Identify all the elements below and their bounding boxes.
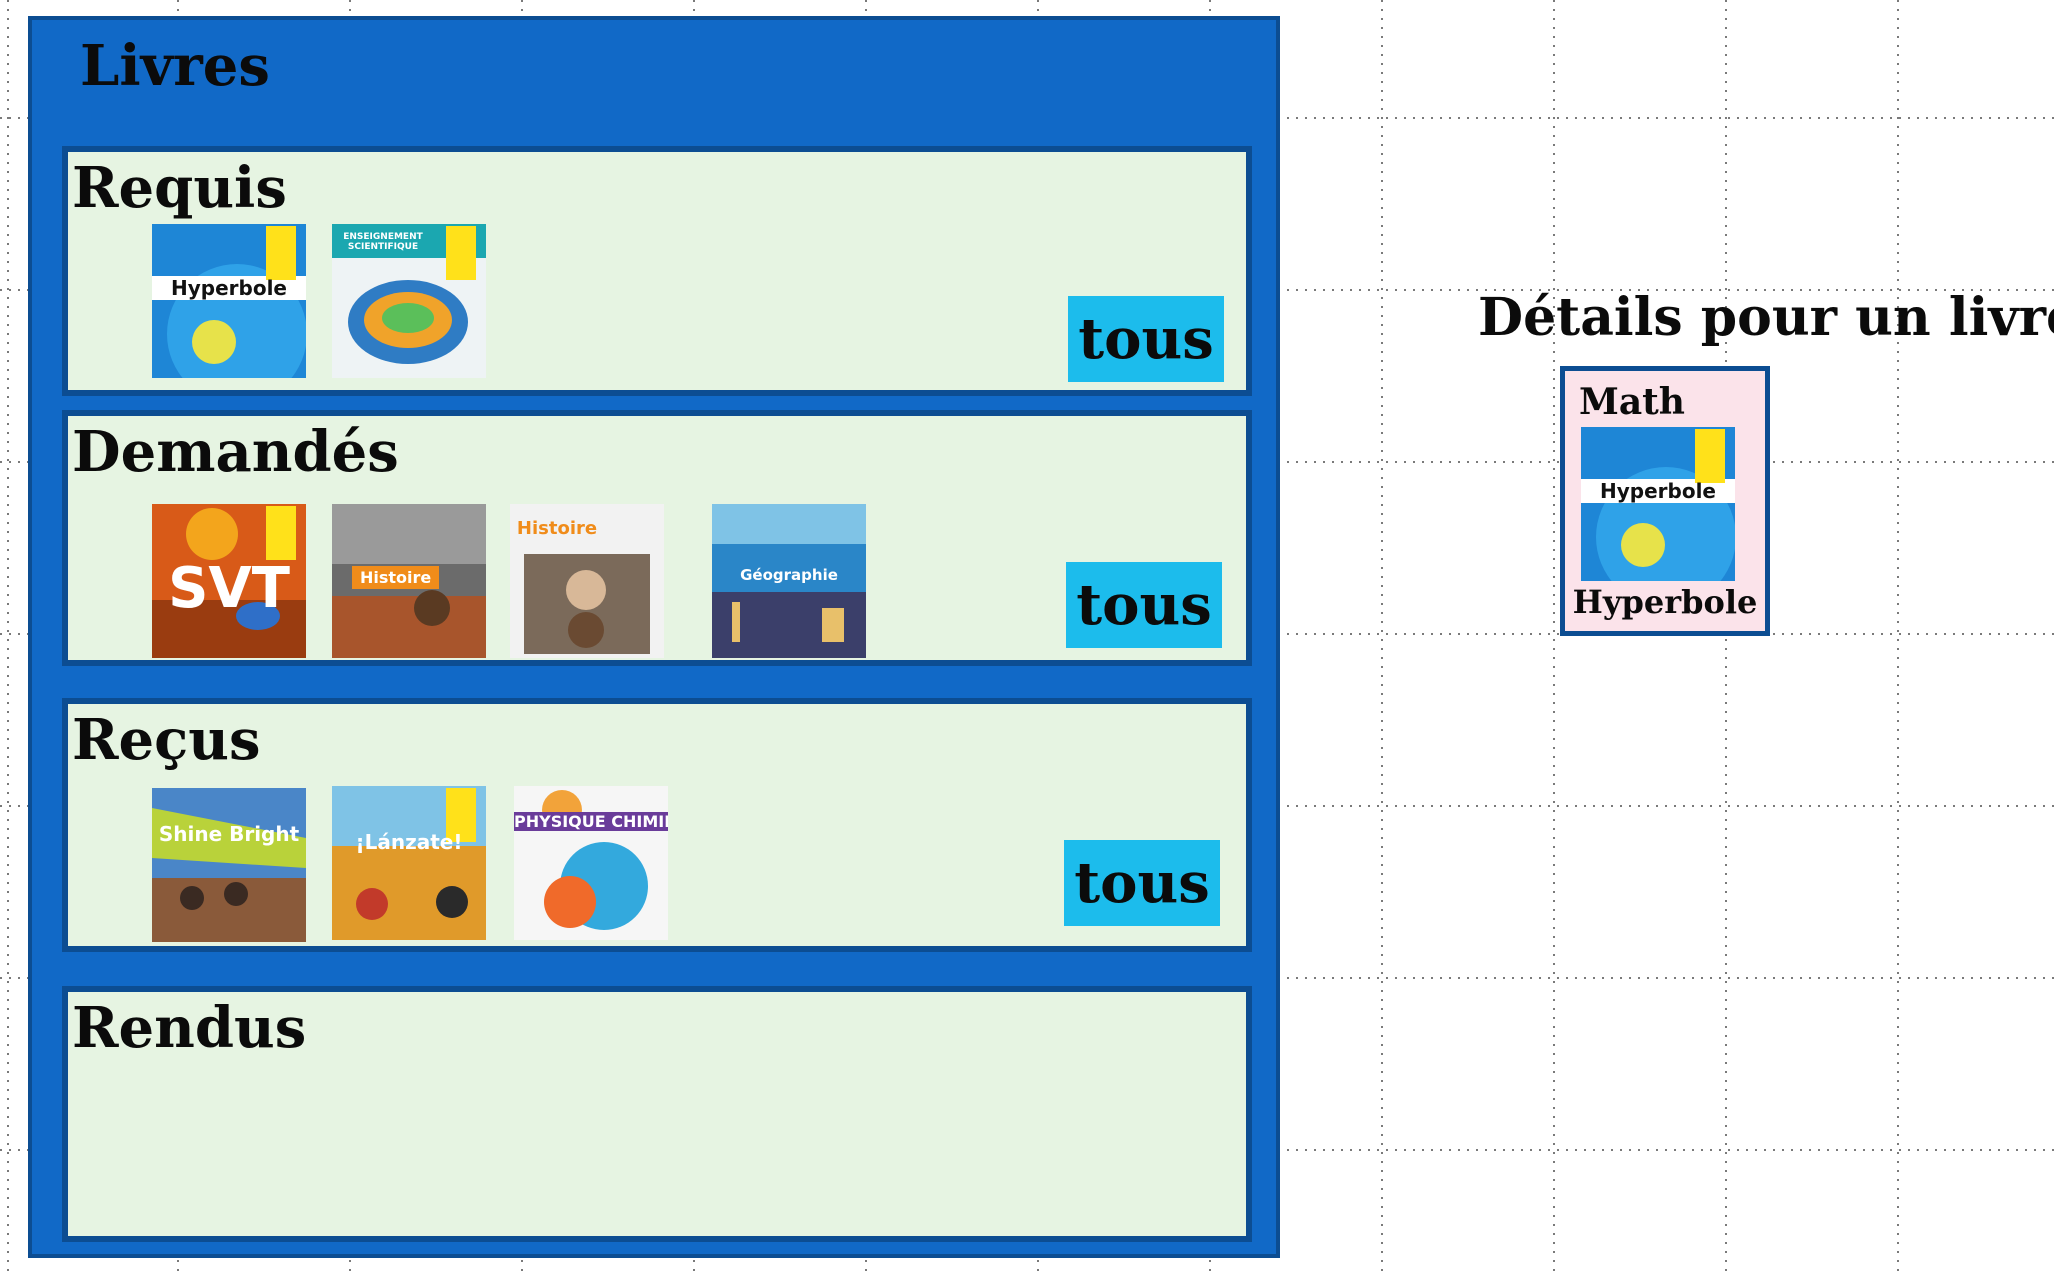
cover-title: ENSEIGNEMENT SCIENTIFIQUE — [343, 232, 423, 252]
cover-title: ¡Lánzate! — [355, 830, 463, 854]
section-title: Demandés — [72, 419, 399, 485]
book-name: Hyperbole — [1572, 583, 1758, 621]
tous-button[interactable]: tous — [1066, 562, 1222, 648]
section-title: Reçus — [72, 707, 261, 773]
section-title: Requis — [72, 155, 287, 221]
book-cover-histoire-2[interactable]: Histoire — [510, 504, 664, 658]
book-cover-icon — [152, 788, 306, 942]
cover-title: Hyperbole — [1600, 479, 1716, 503]
panel-title: Livres — [80, 33, 270, 99]
cover-title: Histoire — [516, 518, 598, 539]
section-title: Rendus — [72, 995, 307, 1061]
book-cover-hyperbole-detail: Hyperbole — [1581, 427, 1735, 581]
book-cover-geographie[interactable]: Géographie — [712, 504, 866, 658]
tous-button[interactable]: tous — [1068, 296, 1224, 382]
book-cover-hyperbole[interactable]: Hyperbole — [152, 224, 306, 378]
book-cover-physique-chimie[interactable]: PHYSIQUE CHIMIE — [514, 786, 668, 940]
section-demandes: Demandés SVT Histoire Histoire Géographi… — [62, 410, 1252, 666]
details-title: Détails pour un livre — [1478, 287, 2054, 348]
cover-title: Géographie — [740, 566, 838, 584]
section-recus: Reçus Shine Bright ¡Lánzate! PHYSIQUE CH… — [62, 698, 1252, 952]
term-badge-icon — [446, 226, 476, 280]
cover-title: SVT — [168, 556, 290, 621]
cover-title: PHYSIQUE CHIMIE — [514, 812, 668, 831]
tous-button[interactable]: tous — [1064, 840, 1220, 926]
book-cover-histoire-1[interactable]: Histoire — [332, 504, 486, 658]
term-badge-icon — [266, 226, 296, 280]
book-cover-svt[interactable]: SVT — [152, 504, 306, 658]
book-cover-lanzate[interactable]: ¡Lánzate! — [332, 786, 486, 940]
cover-title: Hyperbole — [171, 276, 287, 300]
livres-panel: Livres Requis Hyperbole ENSEIGNEMENT SCI… — [28, 16, 1280, 1258]
book-subject: Math — [1579, 381, 1685, 423]
book-detail-card[interactable]: Math Hyperbole Hyperbole — [1560, 366, 1770, 636]
term-badge-icon — [266, 506, 296, 560]
book-cover-icon — [514, 786, 668, 940]
book-cover-enseignement-scientifique[interactable]: ENSEIGNEMENT SCIENTIFIQUE — [332, 224, 486, 378]
term-badge-icon — [1695, 429, 1725, 483]
section-rendus: Rendus — [62, 986, 1252, 1242]
book-cover-shine-bright[interactable]: Shine Bright — [152, 788, 306, 942]
cover-title: Shine Bright — [158, 822, 300, 846]
cover-title: Histoire — [352, 566, 440, 589]
section-requis: Requis Hyperbole ENSEIGNEMENT SCIENTIFIQ… — [62, 146, 1252, 396]
